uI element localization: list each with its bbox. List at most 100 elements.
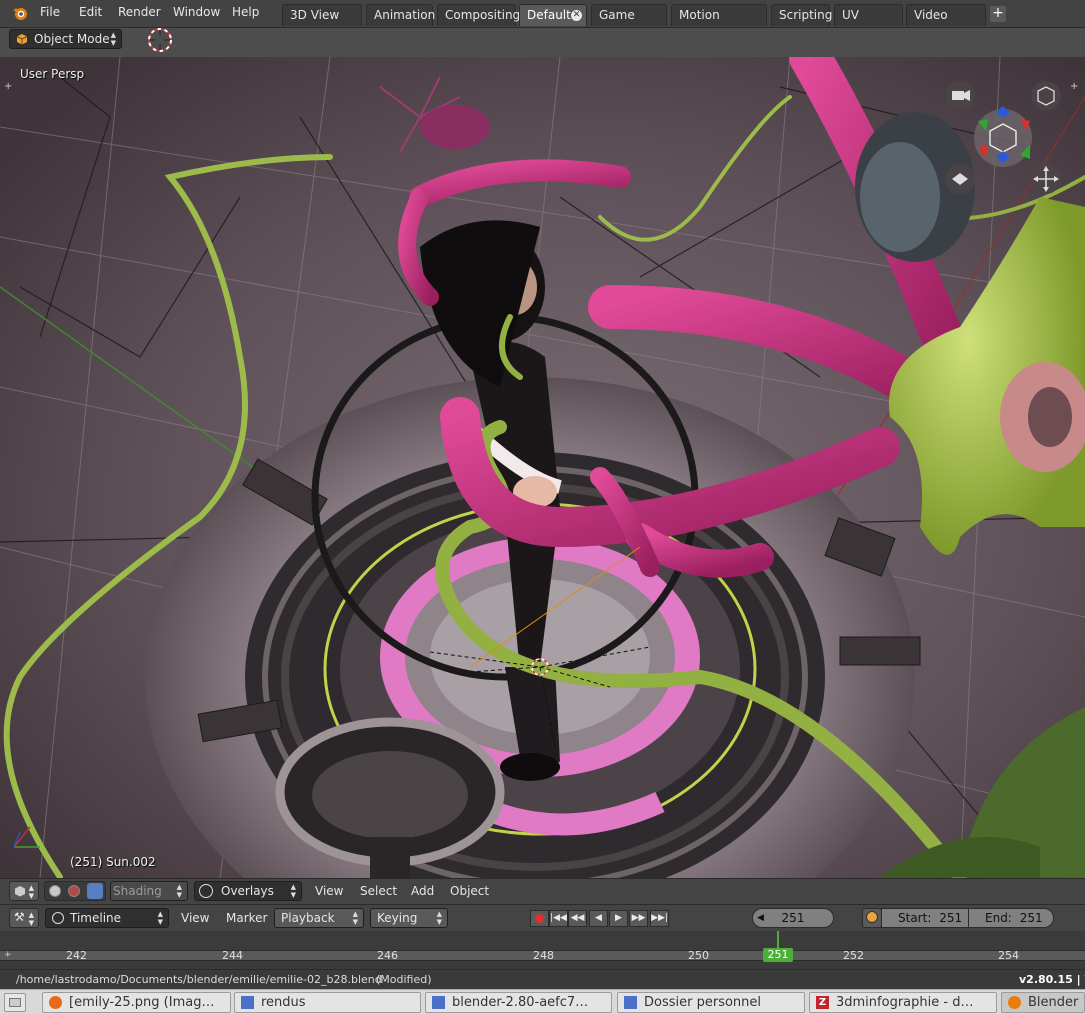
tab-compositing[interactable]: Compositing bbox=[437, 4, 520, 26]
tab-motion-tracking[interactable]: Motion Tracking bbox=[671, 4, 767, 42]
overlays-icon bbox=[199, 884, 213, 898]
show-desktop-button[interactable] bbox=[4, 993, 26, 1012]
timeline-editor-label: Timeline bbox=[70, 911, 122, 925]
end-value: 251 bbox=[1019, 911, 1043, 925]
cube-icon bbox=[16, 34, 28, 45]
corner-widget-icon[interactable]: + bbox=[4, 81, 12, 92]
solid-shading-icon[interactable] bbox=[49, 885, 61, 897]
corner-widget-icon[interactable]: + bbox=[1070, 81, 1078, 92]
taskbar-item-rendus[interactable]: rendus bbox=[234, 992, 421, 1013]
menu-render[interactable]: Render bbox=[118, 5, 161, 19]
editor-type-button[interactable]: ▲ ▼ bbox=[9, 881, 39, 901]
taskbar-item-home-folder[interactable]: Dossier personnel bbox=[617, 992, 805, 1013]
shading-mode-group bbox=[44, 881, 106, 901]
start-frame-field[interactable]: Start: 251 bbox=[881, 908, 969, 928]
shading-label: Shading bbox=[113, 884, 162, 898]
mode-label: Object Mode bbox=[34, 32, 110, 46]
3d-cursor-icon[interactable] bbox=[146, 26, 174, 54]
modified-indicator: (Modified) bbox=[376, 973, 432, 986]
playback-dropdown[interactable]: Playback ▲ ▼ bbox=[274, 908, 364, 928]
menu-select[interactable]: Select bbox=[360, 884, 397, 898]
menu-file[interactable]: File bbox=[40, 5, 60, 19]
orientation-gizmo-icon bbox=[974, 106, 1032, 167]
rendered-shading-icon[interactable] bbox=[87, 883, 103, 899]
close-tab-icon[interactable]: ✕ bbox=[571, 10, 582, 21]
tab-game-logic[interactable]: Game Logic bbox=[591, 4, 667, 42]
file-path: /home/lastrodamo/Documents/blender/emili… bbox=[16, 973, 382, 986]
cube-icon bbox=[15, 886, 25, 897]
shading-dropdown[interactable]: Shading ▲ ▼ bbox=[110, 881, 188, 901]
menu-help[interactable]: Help bbox=[232, 5, 259, 19]
play-button[interactable]: ▶ bbox=[609, 910, 628, 927]
start-label: Start: bbox=[898, 911, 932, 925]
blender-logo-icon bbox=[1008, 996, 1021, 1009]
overlays-dropdown[interactable]: Overlays ▲ ▼ bbox=[194, 881, 302, 901]
taskbar-item-firefox[interactable]: [emily-25.png (Imag… bbox=[42, 992, 231, 1013]
current-frame-value: 251 bbox=[781, 911, 805, 925]
overlays-label: Overlays bbox=[221, 884, 274, 898]
current-frame-field[interactable]: ◀ 251 bbox=[752, 908, 834, 928]
keying-label: Keying bbox=[377, 911, 418, 925]
next-keyframe-button[interactable]: ▶▶ bbox=[629, 910, 648, 927]
playhead-marker[interactable]: 251 bbox=[763, 948, 793, 962]
timeline-editor-icon: ⚒ bbox=[14, 910, 25, 924]
os-taskbar: [emily-25.png (Imag… rendus blender-2.80… bbox=[0, 989, 1085, 1014]
menu-object[interactable]: Object bbox=[450, 884, 489, 898]
add-workspace-button[interactable]: + bbox=[990, 6, 1006, 22]
tab-video-editing[interactable]: Video Editing bbox=[906, 4, 986, 42]
jump-end-button[interactable]: ▶▶| bbox=[650, 910, 669, 927]
frame-tick: 248 bbox=[533, 949, 554, 962]
end-label: End: bbox=[985, 911, 1012, 925]
tab-uv-editing[interactable]: UV Editing bbox=[834, 4, 903, 42]
timeline-area[interactable]: + 242 244 246 248 250 252 254 251 bbox=[0, 931, 1085, 969]
taskbar-item-label: 3dminfographie - d… bbox=[836, 995, 974, 1010]
prev-keyframe-button[interactable]: ◀◀ bbox=[568, 910, 587, 927]
taskbar-item-label: blender-2.80-aefc7… bbox=[452, 995, 589, 1010]
document-icon bbox=[624, 996, 637, 1009]
filezilla-icon: Z bbox=[816, 996, 829, 1009]
editor-type-button[interactable]: ⚒ ▲ ▼ bbox=[9, 908, 39, 928]
document-icon bbox=[241, 996, 254, 1009]
playhead-frame: 251 bbox=[767, 948, 789, 961]
clock-icon bbox=[52, 912, 64, 924]
taskbar-item-label: [emily-25.png (Imag… bbox=[69, 995, 215, 1010]
decrement-icon[interactable]: ◀ bbox=[757, 909, 764, 927]
menu-add[interactable]: Add bbox=[411, 884, 434, 898]
record-icon bbox=[535, 914, 544, 923]
play-reverse-button[interactable]: ◀ bbox=[589, 910, 608, 927]
record-button[interactable] bbox=[530, 910, 549, 927]
3d-viewport[interactable]: User Persp (251) Sun.002 + + bbox=[0, 57, 1085, 878]
taskbar-item-filezilla[interactable]: Z 3dminfographie - d… bbox=[809, 992, 997, 1013]
pan-view-icon bbox=[1031, 164, 1061, 194]
scene-render bbox=[0, 57, 1085, 878]
tab-scripting[interactable]: Scripting bbox=[771, 4, 832, 26]
blender-logo-icon[interactable] bbox=[12, 5, 28, 21]
jump-start-button[interactable]: |◀◀ bbox=[549, 910, 568, 927]
next-keyframe-icon: ▶▶ bbox=[631, 913, 646, 923]
taskbar-item-blender-folder[interactable]: blender-2.80-aefc7… bbox=[425, 992, 612, 1013]
menu-view[interactable]: View bbox=[315, 884, 343, 898]
end-frame-field[interactable]: End: 251 bbox=[968, 908, 1054, 928]
chevron-updown-icon: ▲ ▼ bbox=[28, 911, 34, 927]
corner-widget-icon[interactable]: + bbox=[4, 950, 12, 960]
taskbar-item-label: rendus bbox=[261, 995, 306, 1010]
menu-marker[interactable]: Marker bbox=[226, 911, 267, 925]
menu-edit[interactable]: Edit bbox=[79, 5, 102, 19]
tab-animation[interactable]: Animation bbox=[366, 4, 435, 26]
tab-default[interactable]: Default ✕ bbox=[519, 4, 587, 26]
navigation-gizmo[interactable] bbox=[942, 79, 1070, 209]
prev-keyframe-icon: ◀◀ bbox=[570, 913, 585, 923]
keying-dropdown[interactable]: Keying ▲ ▼ bbox=[370, 908, 448, 928]
menu-view[interactable]: View bbox=[181, 911, 209, 925]
document-icon bbox=[432, 996, 445, 1009]
timeline-header: ⚒ ▲ ▼ Timeline ▲ ▼ View Marker Playback ▲ ▼… bbox=[0, 904, 1085, 931]
tab-3d-view-full[interactable]: 3D View Full bbox=[282, 4, 362, 42]
timeline-editor-dropdown[interactable]: Timeline ▲ ▼ bbox=[45, 908, 169, 928]
chevron-updown-icon: ▲ ▼ bbox=[290, 883, 296, 899]
lookdev-shading-icon[interactable] bbox=[68, 885, 80, 897]
mode-dropdown[interactable]: Object Mode ▲ ▼ bbox=[9, 29, 122, 49]
preview-range-button[interactable] bbox=[862, 908, 882, 928]
chevron-updown-icon: ▲ ▼ bbox=[28, 884, 34, 900]
menu-window[interactable]: Window bbox=[173, 5, 220, 19]
taskbar-item-blender[interactable]: Blender bbox=[1001, 992, 1085, 1013]
